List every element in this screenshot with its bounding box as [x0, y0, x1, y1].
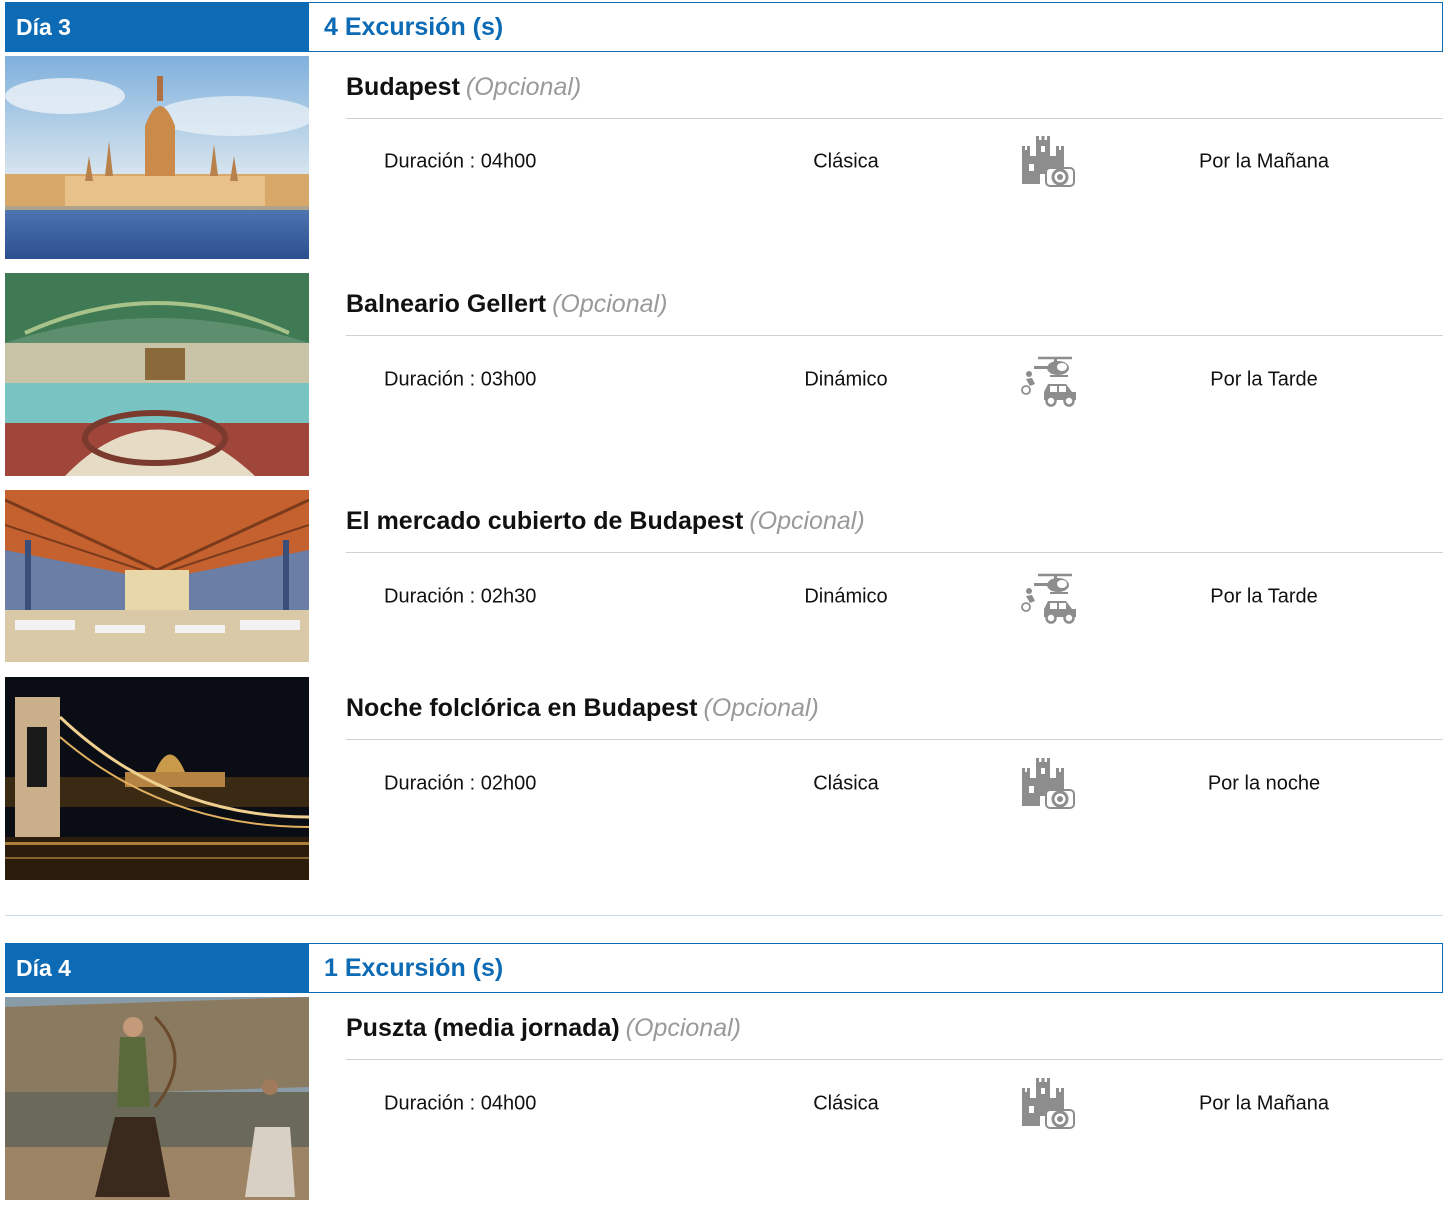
excursion-name[interactable]: Budapest: [346, 73, 460, 101]
castle-camera-icon: [1020, 756, 1078, 812]
excursion-type: Clásica: [813, 772, 879, 795]
excursion-type: Dinámico: [804, 368, 888, 391]
excursion-title[interactable]: Puszta (media jornada) (Opcional): [346, 1014, 741, 1043]
castle-camera-icon: [1020, 1076, 1078, 1132]
day-label: Día 4: [6, 944, 309, 992]
excursion-type: Clásica: [813, 150, 879, 173]
excursion-item-folk-night[interactable]: Noche folclórica en Budapest (Opcional) D…: [5, 677, 1443, 880]
excursion-details: Duración : 04h00 Clásica Por la Mañana: [346, 1074, 1443, 1134]
excursion-item-puszta[interactable]: Puszta (media jornada) (Opcional) Duració…: [5, 997, 1443, 1200]
excursion-type: Dinámico: [804, 585, 888, 608]
divider: [346, 552, 1443, 553]
divider: [346, 118, 1443, 119]
divider: [346, 335, 1443, 336]
excursion-count: 1 Excursión (s): [309, 944, 1442, 992]
excursion-item-gellert[interactable]: Balneario Gellert (Opcional) Duración : 0…: [5, 273, 1443, 476]
day-separator: [5, 915, 1443, 916]
optional-label: (Opcional): [552, 290, 668, 318]
time-of-day: Por la Tarde: [1210, 368, 1318, 391]
duration: Duración : 03h00: [384, 368, 537, 391]
day-3-header: Día 3 4 Excursión (s): [5, 2, 1443, 52]
excursion-details: Duración : 04h00 Clásica Por la Mañana: [346, 132, 1443, 192]
excursion-details: Duración : 03h00 Dinámico Por la Tarde: [346, 350, 1443, 410]
chain-bridge-night-photo[interactable]: [5, 677, 309, 880]
excursion-item-budapest[interactable]: Budapest (Opcional) Duración : 04h00 Clás…: [5, 56, 1443, 259]
optional-label: (Opcional): [749, 507, 865, 535]
day-label: Día 3: [6, 3, 309, 51]
excursion-details: Duración : 02h00 Clásica Por la noche: [346, 754, 1443, 814]
divider: [346, 1059, 1443, 1060]
thermal-bath-photo[interactable]: [5, 273, 309, 476]
excursion-details: Duración : 02h30 Dinámico Por la Tarde: [346, 567, 1443, 627]
duration: Duración : 04h00: [384, 150, 537, 173]
time-of-day: Por la Mañana: [1198, 150, 1330, 173]
time-of-day: Por la Mañana: [1198, 1092, 1330, 1115]
divider: [346, 739, 1443, 740]
parliament-photo[interactable]: [5, 56, 309, 259]
helicopter-car-icon: [1020, 352, 1078, 408]
optional-label: (Opcional): [465, 73, 582, 101]
excursion-name[interactable]: El mercado cubierto de Budapest: [346, 507, 743, 535]
excursion-name[interactable]: Noche folclórica en Budapest: [346, 694, 697, 722]
excursion-item-market[interactable]: El mercado cubierto de Budapest (Opcional…: [5, 490, 1443, 662]
time-of-day: Por la Tarde: [1210, 585, 1318, 608]
market-hall-photo[interactable]: [5, 490, 309, 662]
excursion-name[interactable]: Balneario Gellert: [346, 290, 546, 318]
excursion-count: 4 Excursión (s): [309, 3, 1442, 51]
duration: Duración : 02h00: [384, 772, 537, 795]
time-of-day: Por la noche: [1207, 772, 1321, 795]
day-4-header: Día 4 1 Excursión (s): [5, 943, 1443, 993]
excursion-name[interactable]: Puszta (media jornada): [346, 1014, 620, 1042]
duration: Duración : 02h30: [384, 585, 537, 608]
optional-label: (Opcional): [625, 1014, 741, 1042]
excursion-title[interactable]: Noche folclórica en Budapest (Opcional): [346, 694, 819, 723]
duration: Duración : 04h00: [384, 1092, 537, 1115]
excursion-title[interactable]: Budapest (Opcional): [346, 73, 581, 102]
castle-camera-icon: [1020, 134, 1078, 190]
excursion-title[interactable]: El mercado cubierto de Budapest (Opcional…: [346, 507, 865, 536]
horse-archer-photo[interactable]: [5, 997, 309, 1200]
helicopter-car-icon: [1020, 569, 1078, 625]
excursion-type: Clásica: [813, 1092, 879, 1115]
excursion-title[interactable]: Balneario Gellert (Opcional): [346, 290, 667, 319]
optional-label: (Opcional): [703, 694, 819, 722]
